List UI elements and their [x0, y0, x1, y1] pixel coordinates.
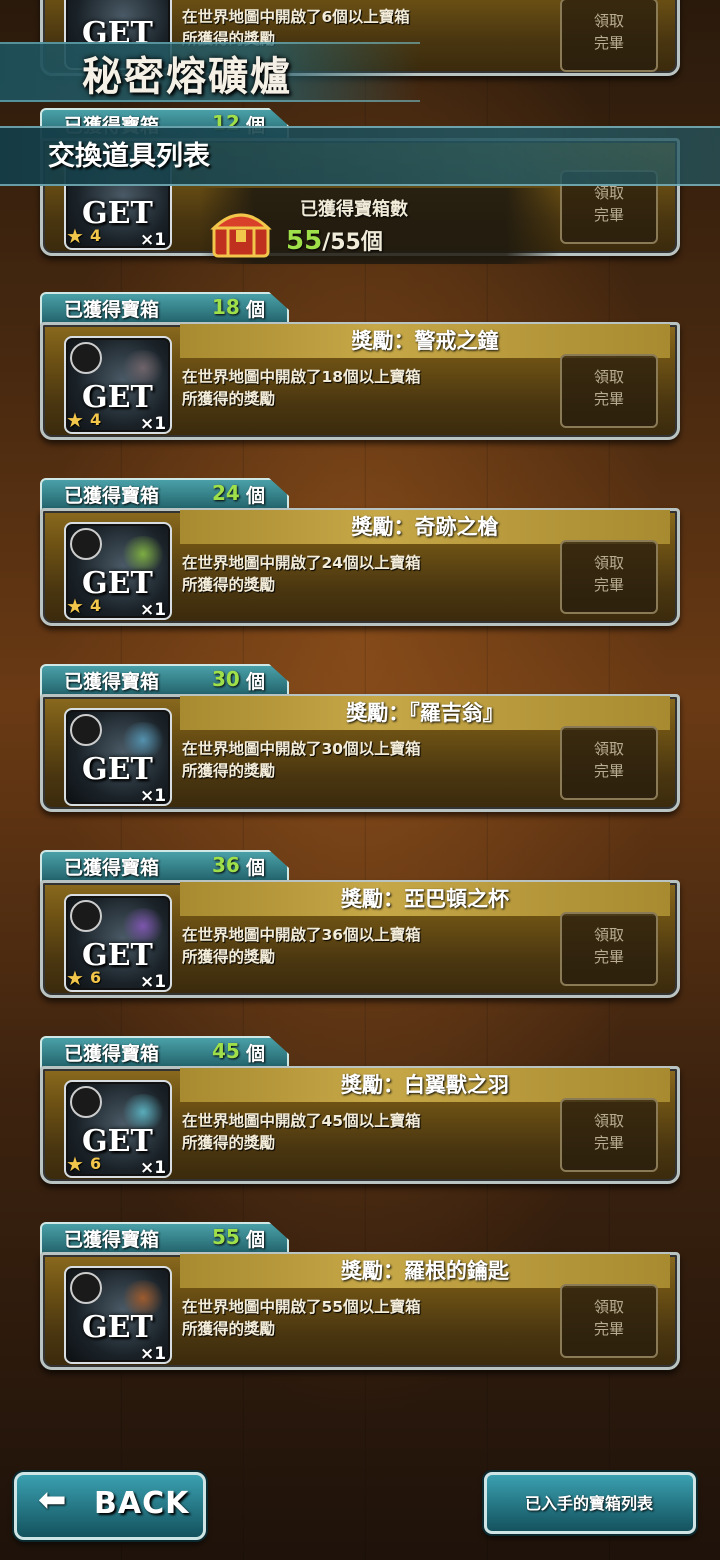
claim-label-line2: 完畢	[593, 390, 624, 408]
card-tab-label: 已獲得寶箱	[64, 1229, 160, 1251]
card-tab-label: 已獲得寶箱	[64, 485, 160, 507]
card-tab-label: 已獲得寶箱	[64, 1043, 160, 1065]
card-tab-unit: 個	[246, 485, 266, 507]
card-tab-label: 已獲得寶箱	[64, 671, 160, 693]
obtained-chest-list-label: 已入手的寶箱列表	[524, 1494, 653, 1513]
reward-description: 在世界地圖中開啟了55個以上寶箱 所獲得的獎勵	[182, 1298, 421, 1338]
claim-label-line2: 完畢	[593, 1134, 624, 1152]
chest-count-value: 55/55個	[286, 226, 383, 256]
reward-description: 在世界地圖中開啟了18個以上寶箱 所獲得的獎勵	[182, 368, 421, 408]
item-type-icon	[70, 1272, 102, 1304]
claim-label-line1: 領取	[593, 740, 624, 758]
reward-quantity: ×1	[140, 786, 167, 806]
card-tab-number: 55	[212, 1225, 240, 1249]
reward-card-18: 已獲得寶箱 18 個 獎勵：警戒之鐘 在世界地圖中開啟了18個以上寶箱 所獲得的…	[40, 292, 680, 442]
item-type-icon	[70, 900, 102, 932]
reward-description: 在世界地圖中開啟了45個以上寶箱 所獲得的獎勵	[182, 1112, 421, 1152]
star-rank: 6	[90, 1154, 102, 1173]
reward-name: 獎勵：羅根的鑰匙	[341, 1259, 509, 1283]
reward-name: 獎勵：『羅吉翁』	[346, 701, 504, 725]
item-type-icon	[70, 342, 102, 374]
star-rank: 4	[90, 226, 102, 245]
item-type-icon	[70, 1086, 102, 1118]
claim-label-line2: 完畢	[593, 1320, 624, 1338]
star-rank: 4	[90, 596, 102, 615]
reward-name: 獎勵：亞巴頓之杯	[341, 887, 509, 911]
card-tab-label: 已獲得寶箱	[64, 857, 160, 879]
claim-label-line2: 完畢	[593, 762, 624, 780]
reward-quantity: ×1	[140, 1344, 167, 1364]
card-tab-number: 36	[212, 853, 240, 877]
claim-label-line1: 領取	[593, 368, 624, 386]
reward-quantity: ×1	[140, 600, 167, 620]
treasure-chest-icon	[210, 213, 272, 258]
star-icon: ★	[66, 408, 84, 432]
reward-card-24: 已獲得寶箱 24 個 獎勵：奇跡之槍 在世界地圖中開啟了24個以上寶箱 所獲得的…	[40, 478, 680, 628]
reward-name: 獎勵：警戒之鐘	[351, 329, 499, 353]
back-arrow-icon: ⬅	[38, 1480, 67, 1520]
star-icon: ★	[66, 594, 84, 618]
reward-card-45: 已獲得寶箱 45 個 獎勵：白翼獸之羽 在世界地圖中開啟了45個以上寶箱 所獲得…	[40, 1036, 680, 1186]
claim-label-line1: 領取	[593, 1298, 624, 1316]
star-icon: ★	[66, 966, 84, 990]
claim-label-line1: 領取	[593, 1112, 624, 1130]
claim-label-line2: 完畢	[593, 576, 624, 594]
card-tab-unit: 個	[246, 299, 266, 321]
star-icon: ★	[66, 1152, 84, 1176]
item-type-icon	[70, 714, 102, 746]
get-label: GET	[82, 752, 153, 787]
page-subtitle: 交換道具列表	[48, 141, 210, 172]
reward-card-30: 已獲得寶箱 30 個 獎勵：『羅吉翁』 在世界地圖中開啟了30個以上寶箱 所獲得…	[40, 664, 680, 814]
reward-quantity: ×1	[140, 972, 167, 992]
claim-label-line2: 完畢	[593, 206, 624, 224]
star-rank: 6	[90, 968, 102, 987]
card-tab-unit: 個	[246, 857, 266, 879]
back-label: BACK	[94, 1486, 190, 1521]
card-tab-number: 18	[212, 295, 240, 319]
reward-card-36: 已獲得寶箱 36 個 獎勵：亞巴頓之杯 在世界地圖中開啟了36個以上寶箱 所獲得…	[40, 850, 680, 1000]
chest-count-label: 已獲得寶箱數	[300, 199, 408, 220]
card-tab-number: 45	[212, 1039, 240, 1063]
star-icon: ★	[66, 224, 84, 248]
reward-quantity: ×1	[140, 1158, 167, 1178]
reward-quantity: ×1	[140, 230, 167, 250]
card-tab-number: 30	[212, 667, 240, 691]
card-tab-unit: 個	[246, 1229, 266, 1251]
card-tab-number: 24	[212, 481, 240, 505]
reward-name: 獎勵：白翼獸之羽	[341, 1073, 509, 1097]
reward-name: 獎勵：奇跡之槍	[351, 515, 499, 539]
item-type-icon	[70, 528, 102, 560]
claim-label-line2: 完畢	[593, 34, 624, 52]
claim-label-line1: 領取	[593, 554, 624, 572]
reward-description: 在世界地圖中開啟了24個以上寶箱 所獲得的獎勵	[182, 554, 421, 594]
claim-label-line2: 完畢	[593, 948, 624, 966]
reward-card-55: 已獲得寶箱 55 個 獎勵：羅根的鑰匙 在世界地圖中開啟了55個以上寶箱 所獲得…	[40, 1222, 680, 1372]
card-tab-unit: 個	[246, 671, 266, 693]
reward-description: 在世界地圖中開啟了30個以上寶箱 所獲得的獎勵	[182, 740, 421, 780]
claim-label-line1: 領取	[593, 926, 624, 944]
reward-description: 在世界地圖中開啟了36個以上寶箱 所獲得的獎勵	[182, 926, 421, 966]
page-title: 秘密熔礦爐	[82, 53, 292, 100]
card-tab-label: 已獲得寶箱	[64, 299, 160, 321]
get-label: GET	[82, 1310, 153, 1345]
star-rank: 4	[90, 410, 102, 429]
reward-quantity: ×1	[140, 414, 167, 434]
card-tab-unit: 個	[246, 1043, 266, 1065]
claim-label-line1: 領取	[593, 12, 624, 30]
